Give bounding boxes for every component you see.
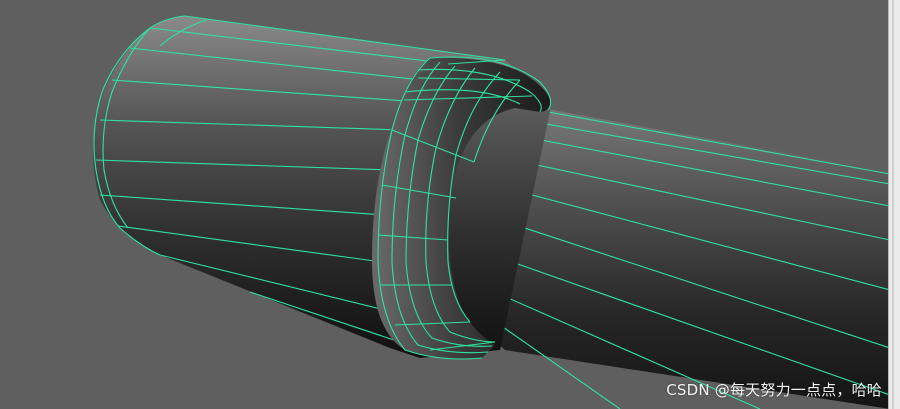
viewport-right-border: [888, 0, 900, 409]
viewport-scroll-track: [892, 0, 894, 409]
maya-3d-viewport[interactable]: CSDN @每天努力一点点，哈哈: [0, 0, 900, 409]
wireframe-scene: [92, 15, 891, 409]
csdn-watermark: CSDN @每天努力一点点，哈哈: [666, 381, 882, 399]
